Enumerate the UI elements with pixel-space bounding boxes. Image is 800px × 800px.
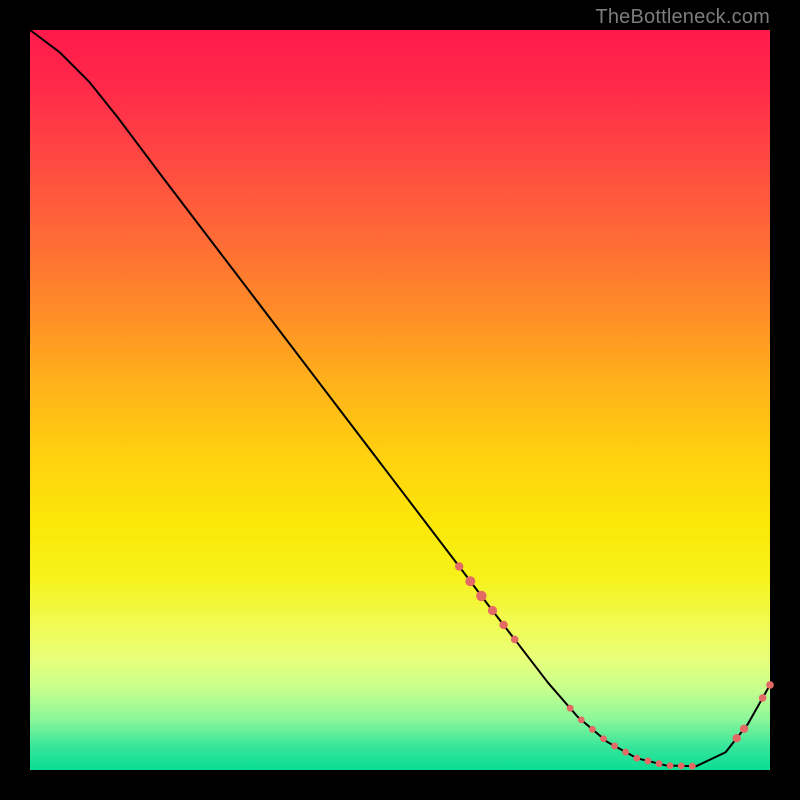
chart-frame: TheBottleneck.com	[0, 0, 800, 800]
plot-area	[30, 30, 770, 770]
data-marker	[633, 755, 640, 762]
data-marker	[600, 735, 607, 742]
data-marker	[511, 636, 519, 644]
data-marker	[740, 725, 748, 733]
data-marker	[766, 681, 774, 689]
data-marker	[611, 743, 618, 750]
data-marker	[759, 694, 767, 702]
data-marker	[689, 763, 696, 770]
watermark-text: TheBottleneck.com	[595, 6, 770, 29]
data-marker	[455, 562, 463, 570]
data-marker	[567, 705, 574, 712]
data-marker	[622, 749, 629, 756]
data-marker	[667, 762, 674, 769]
plot-overlay	[30, 30, 770, 770]
data-marker	[589, 726, 596, 733]
data-marker	[578, 716, 585, 723]
data-marker	[465, 576, 475, 586]
data-marker	[476, 591, 486, 601]
data-marker	[488, 606, 497, 615]
data-marker	[656, 760, 663, 767]
marker-group	[455, 562, 774, 769]
data-marker	[499, 621, 507, 629]
curve-line	[30, 30, 770, 766]
data-marker	[733, 734, 741, 742]
data-marker	[678, 763, 685, 770]
data-marker	[645, 758, 652, 765]
